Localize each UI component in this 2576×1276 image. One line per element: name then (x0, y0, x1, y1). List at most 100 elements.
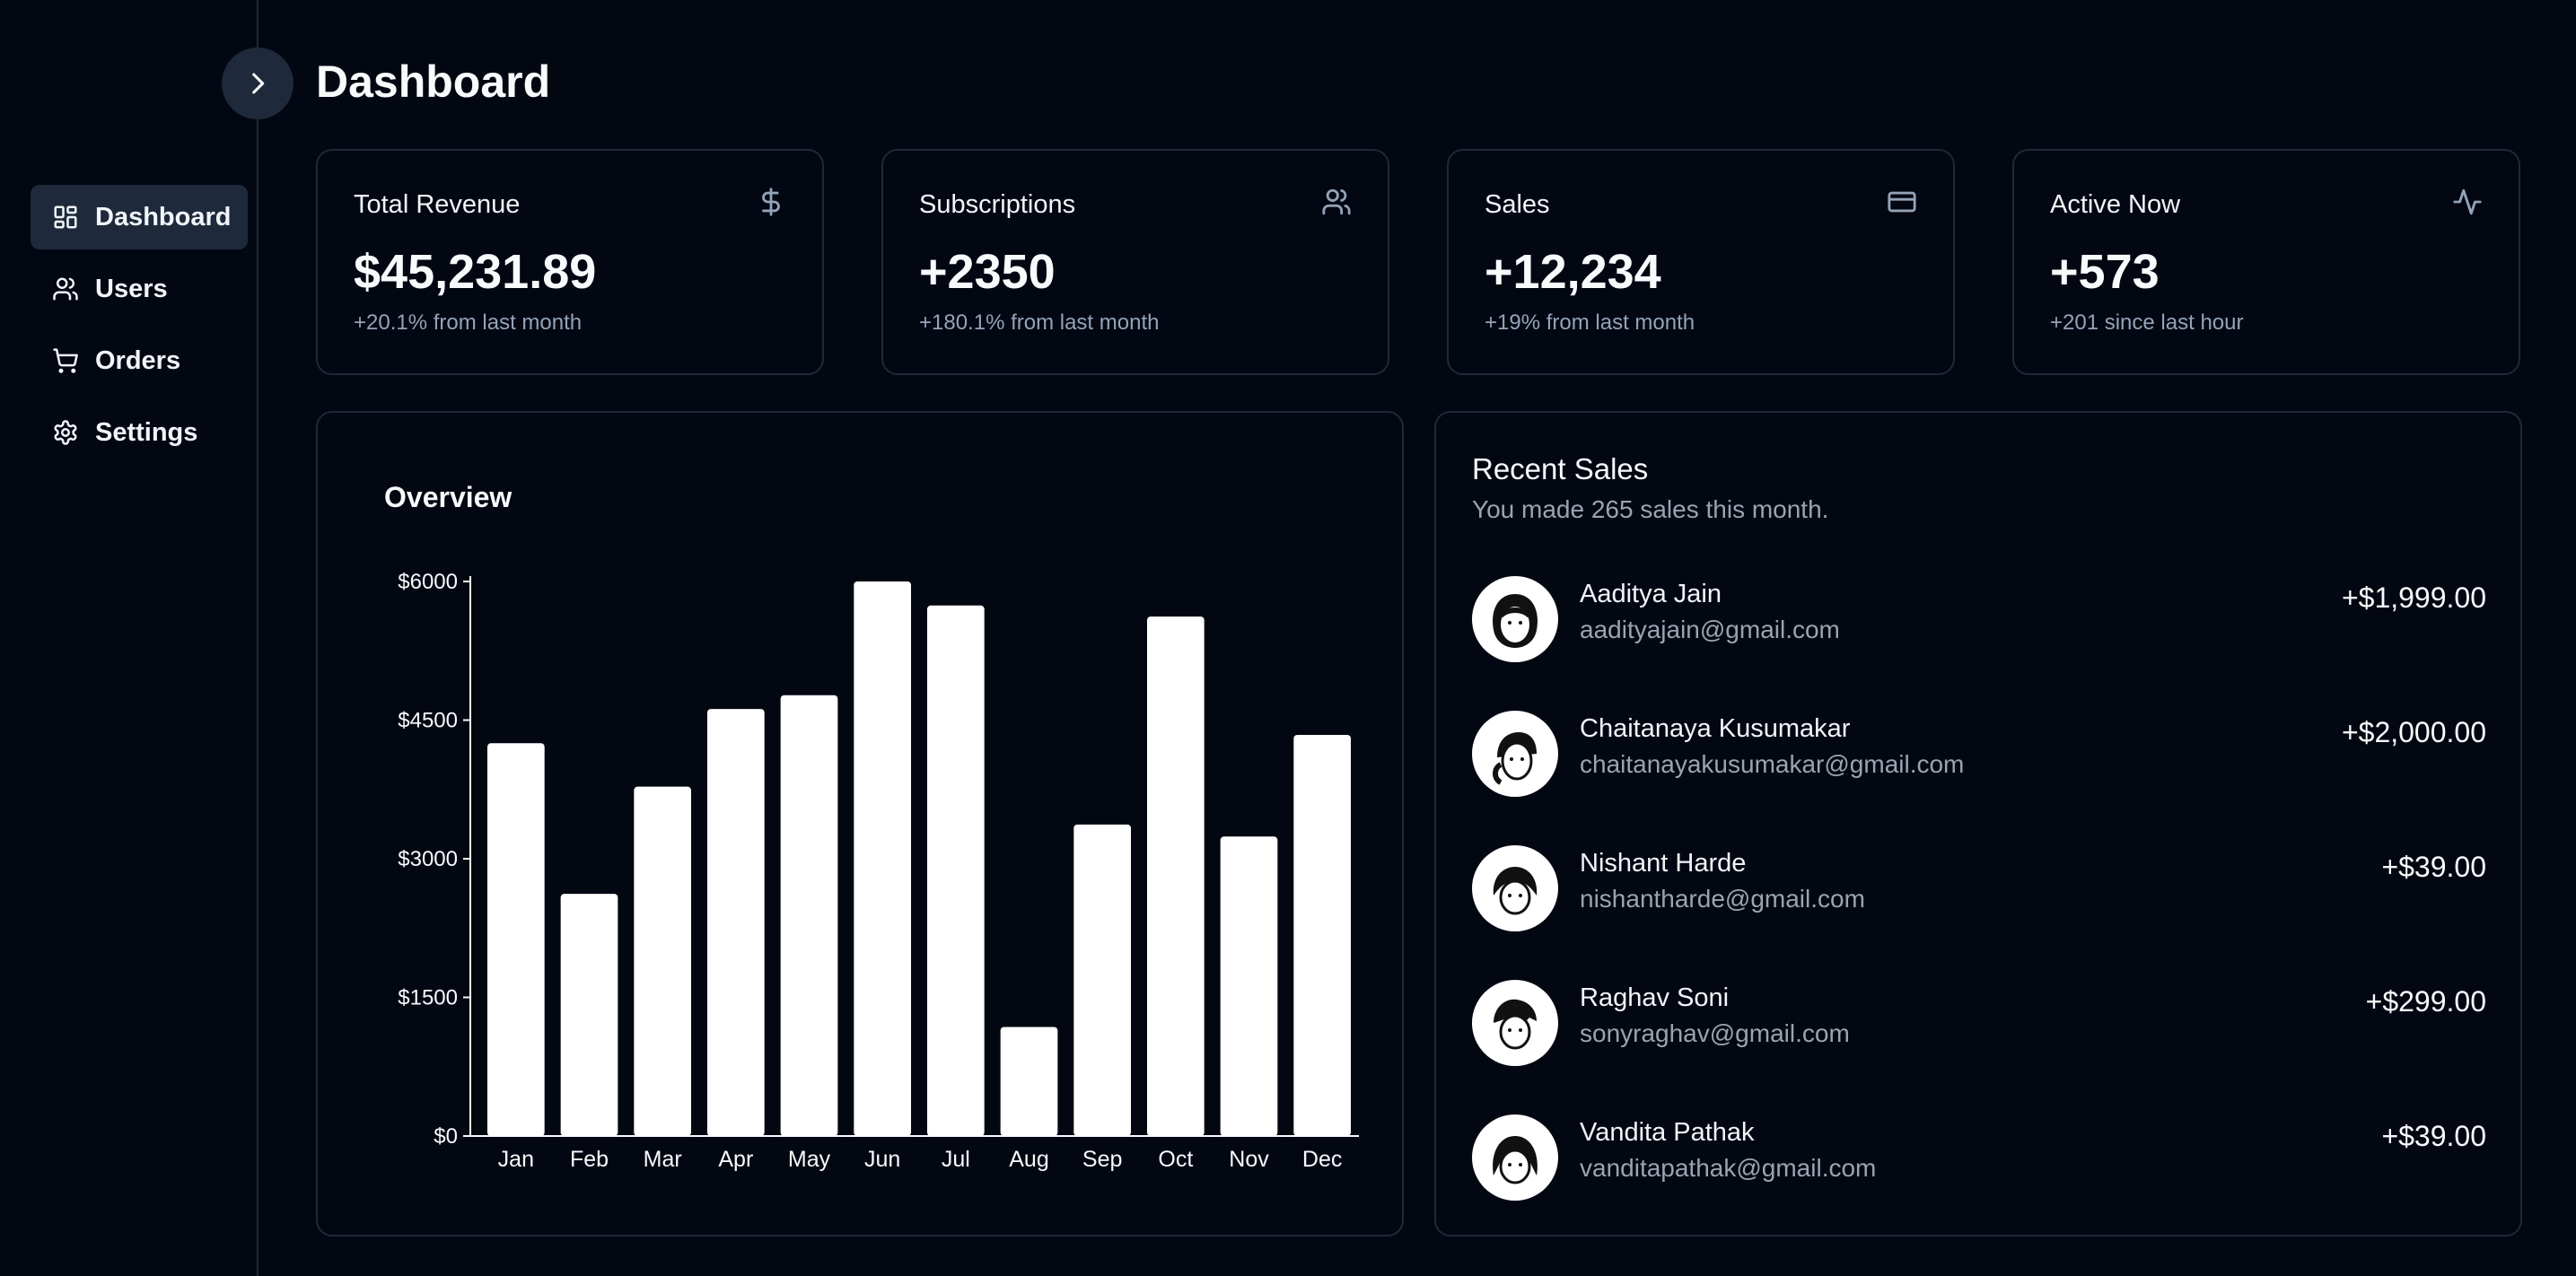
chevron-right-icon (252, 73, 265, 94)
sidebar-item-label: Dashboard (95, 202, 232, 232)
sidebar-item-dashboard[interactable]: Dashboard (31, 185, 248, 249)
sidebar-item-settings[interactable]: Settings (31, 400, 248, 465)
x-tick-label: Feb (570, 1147, 609, 1172)
y-tick-label: $0 (434, 1124, 458, 1149)
dashboard-grid-icon (54, 205, 77, 229)
sale-amount: +$1,999.00 (2341, 581, 2486, 614)
x-tick-label: Jul (942, 1147, 970, 1172)
x-tick-label: Jun (864, 1147, 900, 1172)
stat-card-sales: Sales +12,234 +19% from last month (1447, 149, 1955, 375)
stat-delta: +180.1% from last month (919, 310, 1160, 335)
overview-card: Overview $0 $1500 $3000 $4500 $6000 Jan Feb Mar… (316, 411, 1404, 1237)
bar-aug[interactable] (1000, 1027, 1058, 1136)
x-tick-label: Oct (1158, 1147, 1193, 1172)
stat-card-subscriptions: Subscriptions +2350 +180.1% from last mo… (881, 149, 1389, 375)
stat-value: +2350 (919, 245, 1056, 299)
sale-email: nishantharde@gmail.com (1580, 885, 1865, 913)
sale-amount: +$299.00 (2365, 985, 2486, 1018)
users-icon (1322, 188, 1351, 215)
sale-name: Aaditya Jain (1580, 580, 1722, 608)
sale-row: Vandita Pathak vanditapathak@gmail.com +… (1472, 1114, 2486, 1204)
sale-amount: +$2,000.00 (2341, 716, 2486, 748)
stat-delta: +20.1% from last month (354, 310, 583, 335)
y-tick-label: $3000 (398, 847, 458, 871)
sale-email: sonyraghav@gmail.com (1580, 1019, 1850, 1047)
sidebar-item-orders[interactable]: Orders (31, 328, 248, 393)
stat-value: +12,234 (1485, 245, 1661, 299)
bar-apr[interactable] (706, 709, 765, 1136)
recent-sales-card: Recent Sales You made 265 sales this mon… (1434, 411, 2522, 1237)
stat-value: +573 (2050, 245, 2160, 299)
sale-email: chaitanayakusumakar@gmail.com (1580, 750, 1965, 778)
bar-jul[interactable] (926, 605, 985, 1136)
bar-oct[interactable] (1146, 616, 1205, 1136)
recent-sales-subtitle: You made 265 sales this month. (1472, 495, 1829, 523)
page-title: Dashboard (316, 57, 551, 107)
x-tick-label: Apr (718, 1147, 753, 1172)
x-tick-label: Aug (1009, 1147, 1048, 1172)
overview-bar-chart: $0 $1500 $3000 $4500 $6000 Jan Feb Mar Apr May Jun… (398, 570, 1359, 1172)
avatar-illustration (1493, 594, 1538, 648)
sidebar-nav: Dashboard Users Orders Settings (31, 185, 248, 472)
bar-dec[interactable] (1293, 734, 1352, 1136)
bar-mar[interactable] (634, 786, 692, 1136)
stat-delta: +201 since last hour (2050, 310, 2244, 335)
gear-icon (54, 420, 77, 445)
sale-row: Aaditya Jain aadityajain@gmail.com +$1,9… (1472, 576, 2486, 666)
bar-jun[interactable] (854, 581, 912, 1136)
stat-delta: +19% from last month (1485, 310, 1695, 335)
x-tick-label: Mar (644, 1147, 682, 1172)
avatar-illustration (1493, 867, 1538, 915)
activity-icon (2453, 188, 2482, 215)
stat-card-total-revenue: Total Revenue $45,231.89 +20.1% from las… (316, 149, 824, 375)
bar-feb[interactable] (560, 894, 618, 1136)
stat-title: Total Revenue (354, 190, 521, 219)
avatar-illustration (1493, 732, 1537, 785)
y-tick-label: $6000 (398, 570, 458, 594)
dollar-icon (762, 188, 780, 216)
sale-name: Vandita Pathak (1580, 1118, 1755, 1147)
sale-name: Chaitanaya Kusumakar (1580, 714, 1851, 743)
sidebar: Dashboard Users Orders Settings (0, 0, 258, 1276)
avatar (1472, 980, 1558, 1066)
x-tick-label: Sep (1082, 1147, 1122, 1172)
avatar-illustration (1493, 1136, 1538, 1184)
x-tick-label: Nov (1229, 1147, 1269, 1172)
sale-name: Raghav Soni (1580, 983, 1730, 1012)
y-tick-label: $1500 (398, 986, 458, 1010)
bar-may[interactable] (780, 695, 838, 1136)
stat-title: Active Now (2050, 190, 2181, 219)
sidebar-item-label: Orders (95, 345, 181, 375)
users-icon (53, 277, 78, 301)
sidebar-item-users[interactable]: Users (31, 257, 248, 321)
y-tick-label: $4500 (398, 709, 458, 733)
avatar (1472, 576, 1558, 662)
avatar-illustration (1494, 999, 1537, 1050)
sale-amount: +$39.00 (2381, 851, 2486, 883)
avatar (1472, 845, 1558, 931)
x-tick-label: Dec (1302, 1147, 1342, 1172)
sidebar-item-label: Settings (95, 417, 198, 447)
stat-value: $45,231.89 (354, 245, 597, 299)
recent-sales-title: Recent Sales (1472, 452, 1649, 485)
credit-card-icon (1888, 191, 1916, 213)
sale-row: Nishant Harde nishantharde@gmail.com +$3… (1472, 845, 2486, 935)
avatar (1472, 711, 1558, 797)
sale-email: vanditapathak@gmail.com (1580, 1154, 1877, 1182)
x-tick-label: Jan (498, 1147, 534, 1172)
cart-icon (53, 348, 78, 373)
sale-row: Raghav Soni sonyraghav@gmail.com +$299.0… (1472, 980, 2486, 1070)
stat-title: Sales (1485, 190, 1550, 219)
sale-amount: +$39.00 (2381, 1120, 2486, 1152)
avatar (1472, 1114, 1558, 1201)
sale-name: Nishant Harde (1580, 849, 1747, 878)
stat-card-active-now: Active Now +573 +201 since last hour (2012, 149, 2520, 375)
bar-jan[interactable] (486, 743, 545, 1136)
stat-title: Subscriptions (919, 190, 1076, 219)
bar-nov[interactable] (1220, 836, 1278, 1136)
sale-row: Chaitanaya Kusumakar chaitanayakusumakar… (1472, 711, 2486, 800)
bar-sep[interactable] (1073, 824, 1132, 1136)
sidebar-toggle-button[interactable] (222, 48, 294, 119)
sale-email: aadityajain@gmail.com (1580, 616, 1840, 643)
x-tick-label: May (788, 1147, 831, 1172)
